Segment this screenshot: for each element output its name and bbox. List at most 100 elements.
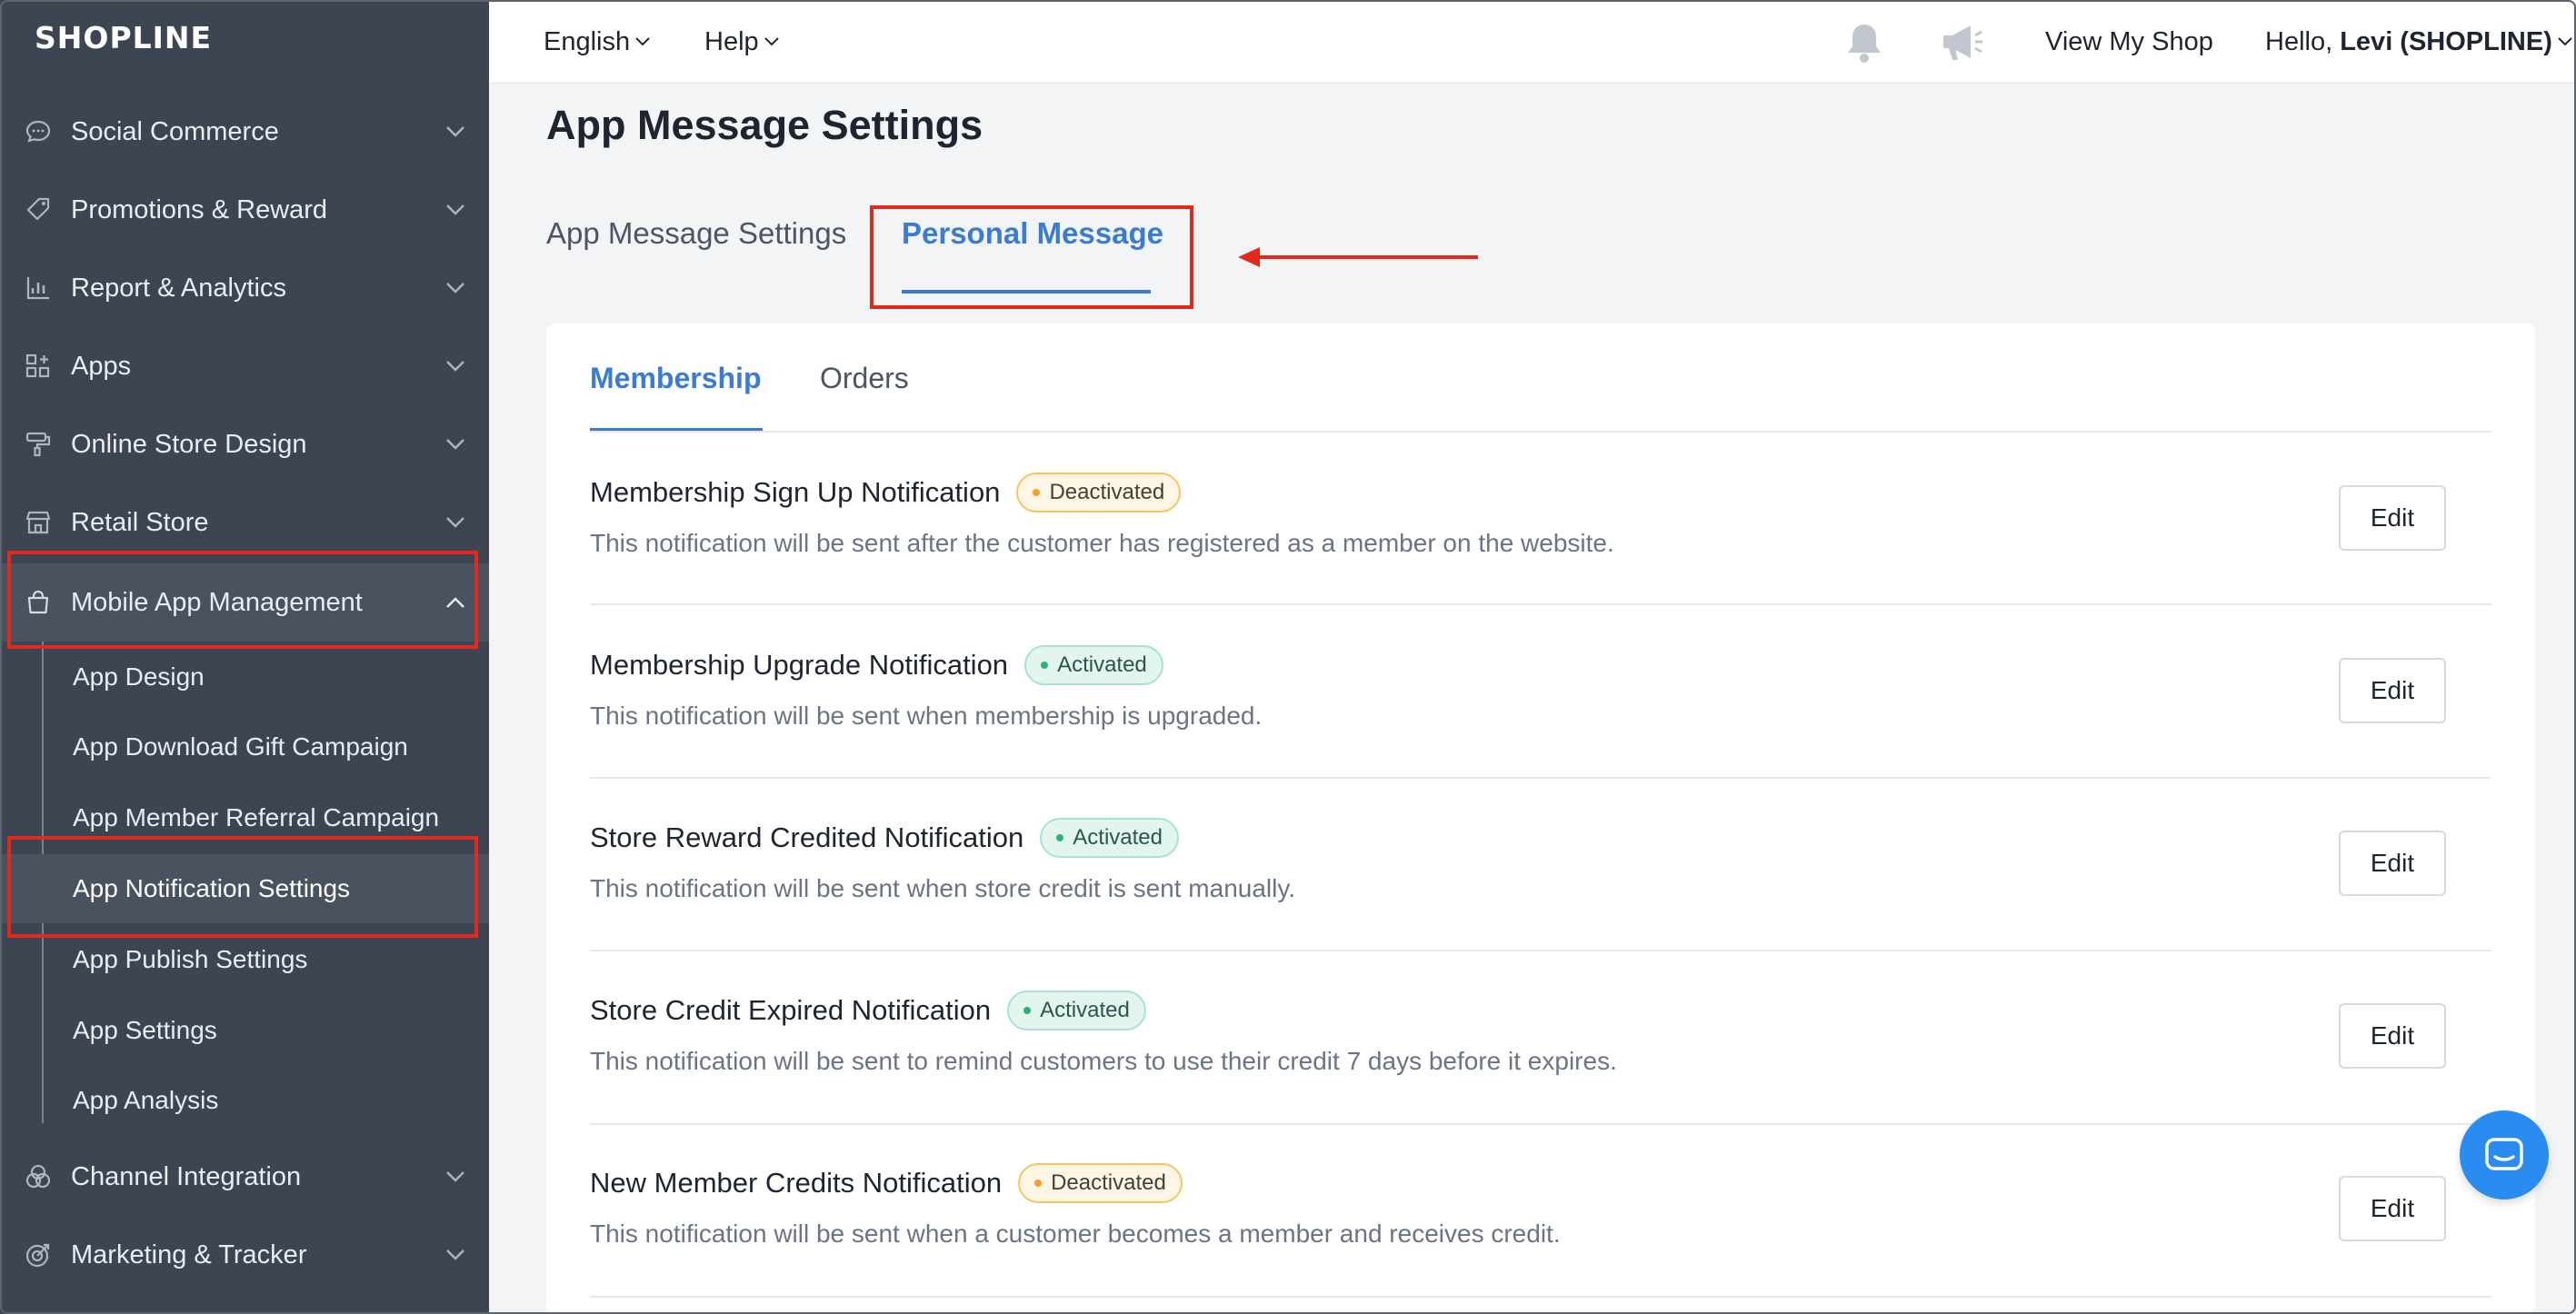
- user-name: Levi (SHOPLINE): [2340, 26, 2552, 56]
- help-menu[interactable]: Help: [704, 0, 779, 84]
- greeting-text: Hello,: [2265, 26, 2333, 56]
- store-icon: [22, 506, 55, 539]
- chat-support-button[interactable]: [2460, 1110, 2549, 1200]
- sidebar-item-label: Promotions & Reward: [71, 194, 328, 224]
- status-label: Activated: [1040, 998, 1130, 1022]
- sidebar-item-promotions[interactable]: Promotions & Reward: [0, 171, 489, 249]
- divider: [590, 777, 2491, 779]
- sidebar-subitem-label: App Publish Settings: [73, 945, 308, 973]
- notification-title-line: Membership Upgrade Notification Activate…: [590, 645, 1163, 685]
- language-selector[interactable]: English: [544, 0, 650, 84]
- status-dot: [1056, 834, 1064, 841]
- bell-icon[interactable]: [1842, 20, 1887, 65]
- divider: [590, 431, 2491, 433]
- annotation-arrow-icon: [1238, 247, 1478, 267]
- chevron-down-icon: [442, 431, 469, 458]
- sidebar-item-apps[interactable]: Apps: [0, 327, 489, 405]
- help-label: Help: [704, 26, 759, 56]
- tab-membership[interactable]: Membership: [590, 362, 761, 395]
- channels-icon: [22, 1160, 55, 1193]
- status-dot: [1034, 1180, 1043, 1187]
- chevron-down-icon: [442, 353, 469, 380]
- notification-title: New Member Credits Notification: [590, 1167, 1003, 1199]
- sidebar-item-report-analytics[interactable]: Report & Analytics: [0, 249, 489, 327]
- tab-app-message-settings[interactable]: App Message Settings: [546, 216, 846, 251]
- sidebar-item-label: Channel Integration: [71, 1161, 302, 1191]
- status-dot: [1041, 662, 1049, 669]
- notification-description: This notification will be sent when a cu…: [590, 1219, 1561, 1248]
- megaphone-icon[interactable]: [1940, 20, 1985, 65]
- notification-row: Membership Sign Up Notification Deactiva…: [590, 473, 2491, 645]
- notification-title: Membership Upgrade Notification: [590, 649, 1009, 681]
- edit-button[interactable]: Edit: [2339, 658, 2446, 723]
- divider: [590, 603, 2491, 605]
- sidebar-item-social-commerce[interactable]: Social Commerce: [0, 93, 489, 171]
- view-my-shop-link[interactable]: View My Shop: [2045, 0, 2213, 84]
- edit-button[interactable]: Edit: [2339, 485, 2446, 551]
- target-icon: [22, 1239, 55, 1271]
- sidebar: SHOPLINE Social Commerce Promotions & Re…: [0, 0, 489, 1314]
- bar-chart-icon: [22, 272, 55, 304]
- sidebar-subitem-label: App Settings: [73, 1016, 217, 1044]
- status-badge: Activated: [1040, 818, 1179, 858]
- sidebar-subitem-app-settings[interactable]: App Settings: [0, 996, 489, 1065]
- user-menu[interactable]: Hello, Levi (SHOPLINE): [2265, 0, 2572, 84]
- notification-description: This notification will be sent to remind…: [590, 1047, 1617, 1075]
- sidebar-subitem-label: App Analysis: [73, 1086, 219, 1114]
- top-bar: English Help View My Shop Hello, Levi (S…: [489, 0, 2576, 84]
- chevron-down-icon: [635, 37, 650, 46]
- paint-roller-icon: [22, 428, 55, 461]
- sidebar-item-label: Marketing & Tracker: [71, 1239, 307, 1269]
- notification-title-line: Store Credit Expired Notification Activa…: [590, 990, 1146, 1030]
- chevron-down-icon: [2558, 37, 2572, 46]
- status-dot: [1023, 1007, 1032, 1014]
- chevron-down-icon: [442, 196, 469, 224]
- shopline-logo[interactable]: SHOPLINE: [35, 20, 212, 55]
- sidebar-item-marketing-tracker[interactable]: Marketing & Tracker: [0, 1216, 489, 1294]
- notification-description: This notification will be sent after the…: [590, 529, 1614, 557]
- sidebar-item-label: Retail Store: [71, 507, 209, 537]
- chevron-down-icon: [442, 274, 469, 302]
- tab-orders[interactable]: Orders: [820, 362, 909, 395]
- notification-title-line: Store Reward Credited Notification Activ…: [590, 818, 1179, 858]
- sidebar-item-label: Social Commerce: [71, 116, 279, 146]
- chevron-down-icon: [442, 509, 469, 536]
- notification-description: This notification will be sent when stor…: [590, 874, 1296, 902]
- sidebar-item-label: Online Store Design: [71, 429, 307, 459]
- divider: [590, 1296, 2491, 1298]
- status-badge: Deactivated: [1018, 1163, 1183, 1203]
- page-title: App Message Settings: [546, 102, 983, 148]
- edit-button[interactable]: Edit: [2339, 1003, 2446, 1069]
- status-label: Activated: [1073, 825, 1163, 850]
- notification-title: Store Credit Expired Notification: [590, 994, 992, 1026]
- annotation-highlight-notification-settings: [7, 836, 478, 938]
- chat-icon: [2485, 1138, 2523, 1170]
- annotation-highlight-mobile-app: [7, 551, 478, 649]
- sidebar-subitem-app-design[interactable]: App Design: [0, 642, 489, 712]
- edit-button[interactable]: Edit: [2339, 1176, 2446, 1241]
- sidebar-item-channel-integration[interactable]: Channel Integration: [0, 1138, 489, 1216]
- apps-grid-icon: [22, 350, 55, 383]
- tag-icon: [22, 194, 55, 226]
- status-badge: Activated: [1024, 645, 1163, 685]
- status-label: Activated: [1057, 652, 1147, 677]
- notification-row: Store Reward Credited Notification Activ…: [590, 818, 2491, 990]
- notification-title: Membership Sign Up Notification: [590, 476, 1001, 508]
- sidebar-subitem-app-analysis[interactable]: App Analysis: [0, 1066, 489, 1135]
- sidebar-subitem-label: App Design: [73, 662, 205, 691]
- notification-row: Membership Upgrade Notification Activate…: [590, 645, 2491, 818]
- sidebar-item-online-store-design[interactable]: Online Store Design: [0, 405, 489, 483]
- chevron-down-icon: [442, 118, 469, 145]
- status-label: Deactivated: [1049, 480, 1165, 504]
- sidebar-subitem-label: App Member Referral Campaign: [73, 803, 440, 831]
- chevron-down-icon: [764, 37, 779, 46]
- notification-row: Store Credit Expired Notification Activa…: [590, 990, 2491, 1163]
- status-badge: Deactivated: [1016, 473, 1182, 513]
- annotation-highlight-personal-message: [870, 205, 1193, 309]
- edit-button[interactable]: Edit: [2339, 831, 2446, 896]
- notification-title-line: New Member Credits Notification Deactiva…: [590, 1163, 1183, 1203]
- sidebar-item-label: Report & Analytics: [71, 273, 286, 303]
- status-badge: Activated: [1007, 990, 1146, 1030]
- sidebar-subitem-app-download-gift[interactable]: App Download Gift Campaign: [0, 712, 489, 781]
- notification-title: Store Reward Credited Notification: [590, 821, 1024, 853]
